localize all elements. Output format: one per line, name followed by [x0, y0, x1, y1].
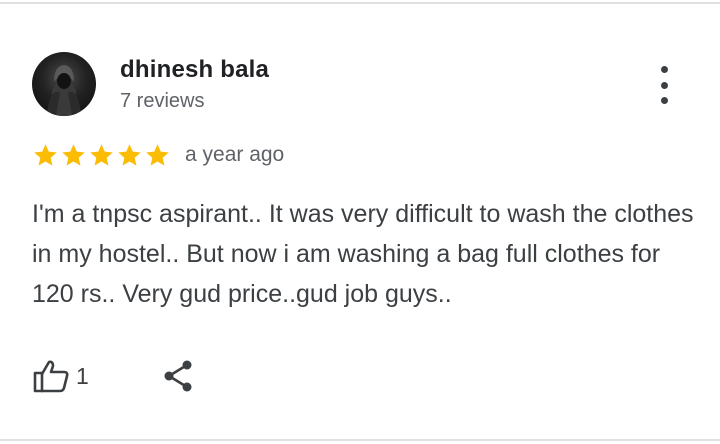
star-icon: [34, 144, 57, 166]
top-divider: [0, 2, 720, 4]
share-button[interactable]: [160, 358, 196, 394]
reviewer-review-count: 7 reviews: [120, 90, 205, 112]
review-date: a year ago: [185, 143, 285, 166]
bottom-divider: [0, 439, 720, 441]
hooded-figure-image: [46, 65, 82, 116]
avatar[interactable]: [32, 52, 96, 116]
star-icon: [90, 144, 113, 166]
more-options-button[interactable]: [652, 66, 676, 104]
more-vert-icon-dot: [660, 66, 668, 73]
like-count: 1: [76, 362, 89, 389]
thumb-up-icon: [33, 360, 69, 393]
star-rating: [32, 142, 171, 169]
reviewer-name[interactable]: dhinesh bala: [120, 56, 269, 84]
like-button[interactable]: 1: [32, 358, 89, 394]
more-vert-icon-dot: [660, 97, 668, 104]
star-icon: [62, 144, 85, 166]
more-vert-icon-dot: [660, 81, 668, 89]
star-icon: [118, 144, 141, 166]
star-icon: [146, 144, 169, 166]
share-icon: [164, 360, 192, 392]
review-text: I'm a tnpsc aspirant.. It was very diffi…: [32, 200, 694, 308]
